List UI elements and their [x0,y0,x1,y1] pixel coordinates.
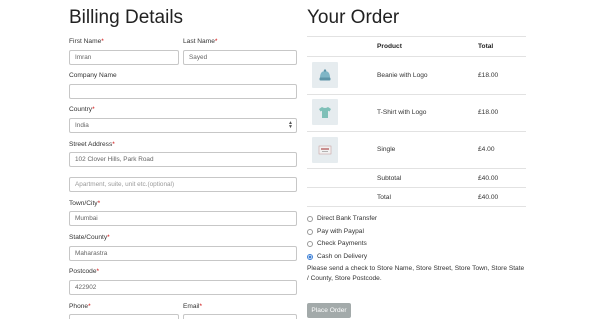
last-name-field[interactable]: Sayed [183,50,297,65]
country-value: India [75,122,89,129]
phone-field[interactable] [69,314,179,319]
first-name-field[interactable]: Imran [69,50,179,65]
state-county-label: State/County* [69,234,110,241]
postcode-label: Postcode* [69,268,100,275]
payment-option-label: Check Payments [317,240,367,247]
payment-option-label: Direct Bank Transfer [317,215,378,222]
total-header: Total [478,43,494,50]
single-album-icon [312,137,338,163]
phone-label: Phone* [69,303,91,310]
divider [307,56,526,57]
select-arrows-icon: ▲ ▼ [288,120,293,130]
item-total: £18.00 [478,72,499,79]
town-city-field[interactable]: Mumbai [69,211,297,226]
state-county-field[interactable]: Maharastra [69,246,297,261]
email-label: Email* [183,303,203,310]
divider [307,168,526,169]
subtotal-value: £40.00 [478,175,499,182]
email-field[interactable] [183,314,297,319]
item-name: T-Shirt with Logo [377,109,427,116]
item-total: £4.00 [478,146,495,153]
divider [307,36,526,37]
apartment-field[interactable]: Apartment, suite, unit etc.(optional) [69,177,297,192]
radio-button-selected[interactable] [307,253,313,260]
radio-button[interactable] [307,240,313,247]
payment-option-bank-transfer[interactable]: Direct Bank Transfer [307,215,377,222]
postcode-field[interactable]: 422902 [69,280,297,295]
payment-note: Please send a check to Store Name, Store… [307,265,525,282]
payment-option-check[interactable]: Check Payments [307,240,367,247]
item-name: Single [377,146,396,153]
payment-option-label: Pay with Paypal [317,228,364,235]
country-select[interactable]: India ▲ ▼ [69,118,297,133]
town-city-label: Town/City* [69,200,101,207]
item-total: £18.00 [478,109,499,116]
place-order-button[interactable]: Place Order [307,303,351,318]
total-value: £40.00 [478,194,499,201]
first-name-label: First Name* [69,38,104,45]
tshirt-icon [312,99,338,125]
billing-title: Billing Details [69,7,184,28]
subtotal-label: Subtotal [377,175,402,182]
radio-button[interactable] [307,228,313,235]
order-title: Your Order [307,7,400,28]
payment-option-paypal[interactable]: Pay with Paypal [307,228,364,235]
beanie-icon [312,62,338,88]
company-name-field[interactable] [69,84,297,99]
payment-option-label: Cash on Delivery [317,253,368,260]
divider [307,94,526,95]
street-address-field[interactable]: 102 Clover Hills, Park Road [69,152,297,167]
product-header: Product [377,43,402,50]
street-address-label: Street Address* [69,141,115,148]
payment-option-cash-on-delivery[interactable]: Cash on Delivery [307,253,367,260]
last-name-label: Last Name* [183,38,218,45]
divider [307,206,526,207]
item-name: Beanie with Logo [377,72,428,79]
total-label: Total [377,194,391,201]
divider [307,187,526,188]
radio-button[interactable] [307,215,313,222]
company-name-label: Company Name [69,72,117,79]
divider [307,131,526,132]
country-label: Country* [69,106,95,113]
